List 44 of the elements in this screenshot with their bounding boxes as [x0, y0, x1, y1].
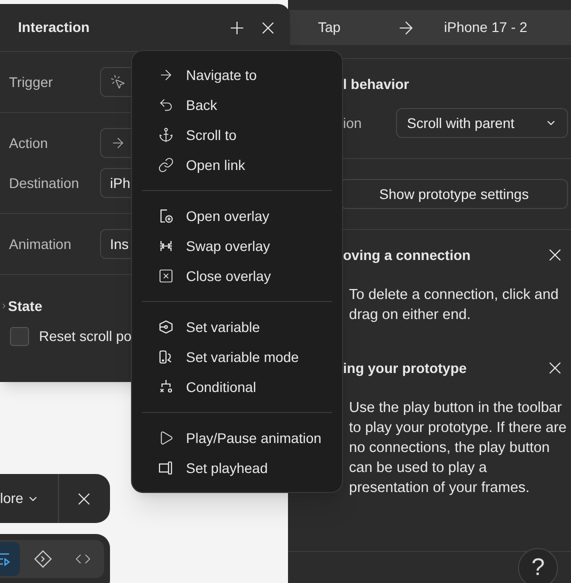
- panel-title: Interaction: [18, 18, 91, 37]
- field-label: Trigger: [9, 72, 54, 92]
- menu-item[interactable]: Conditional: [142, 372, 332, 402]
- menu-item[interactable]: Set playhead: [142, 453, 332, 483]
- menu-item[interactable]: Close overlay: [142, 261, 332, 291]
- section-title: State: [8, 296, 42, 316]
- checkbox[interactable]: [10, 327, 29, 346]
- tip-title: oving a connection: [343, 246, 471, 265]
- field-label: Destination: [9, 174, 80, 192]
- playhead-icon: [158, 460, 174, 476]
- menu-item[interactable]: Scroll to: [142, 120, 332, 150]
- arrow-right-icon: [110, 135, 126, 151]
- tip-text: Use the play button in the toolbar to play your prototype. If there are no connections, the play button can be used to play a presentation of your frames.: [349, 399, 568, 498]
- section-title: l behavior: [343, 75, 410, 94]
- play-icon: [158, 430, 174, 446]
- more-button[interactable]: lore: [0, 474, 59, 523]
- diamond-icon: [34, 550, 52, 568]
- overlay-plus-icon: [158, 208, 174, 224]
- settings-button[interactable]: Show prototype settings: [340, 179, 568, 209]
- menu-item[interactable]: Open overlay: [142, 201, 332, 231]
- menu-item[interactable]: Set variable: [142, 312, 332, 342]
- menu-item[interactable]: Back: [142, 90, 332, 120]
- tip-text: To delete a connection, click and drag on either end.: [349, 286, 560, 325]
- field-label: ion: [343, 114, 363, 132]
- checkbox-label: Reset scroll po: [39, 327, 132, 346]
- trigger-name: Tap: [318, 18, 342, 37]
- menu-item[interactable]: Navigate to: [142, 60, 332, 90]
- scroll-select[interactable]: Scroll with parent: [396, 108, 568, 138]
- back-arrow-icon: [158, 97, 174, 113]
- help-button[interactable]: ?: [518, 548, 558, 583]
- tip-title: ing your prototype: [343, 358, 467, 378]
- link-icon: [158, 157, 174, 173]
- target-name: iPhone 17 - 2: [444, 18, 528, 37]
- anchor-icon: [158, 127, 174, 143]
- branch-icon: [158, 379, 174, 395]
- menu-item[interactable]: Set variable mode: [142, 342, 332, 372]
- field-label: Animation: [9, 234, 72, 254]
- device-mode-icon: [158, 349, 174, 365]
- menu-item[interactable]: Play/Pause animation: [142, 423, 332, 453]
- click-icon: [110, 74, 126, 90]
- swap-overlay-icon: [158, 238, 174, 254]
- variable-icon: [158, 319, 174, 335]
- close-overlay-icon: [158, 268, 174, 284]
- field-label: Action: [9, 134, 49, 152]
